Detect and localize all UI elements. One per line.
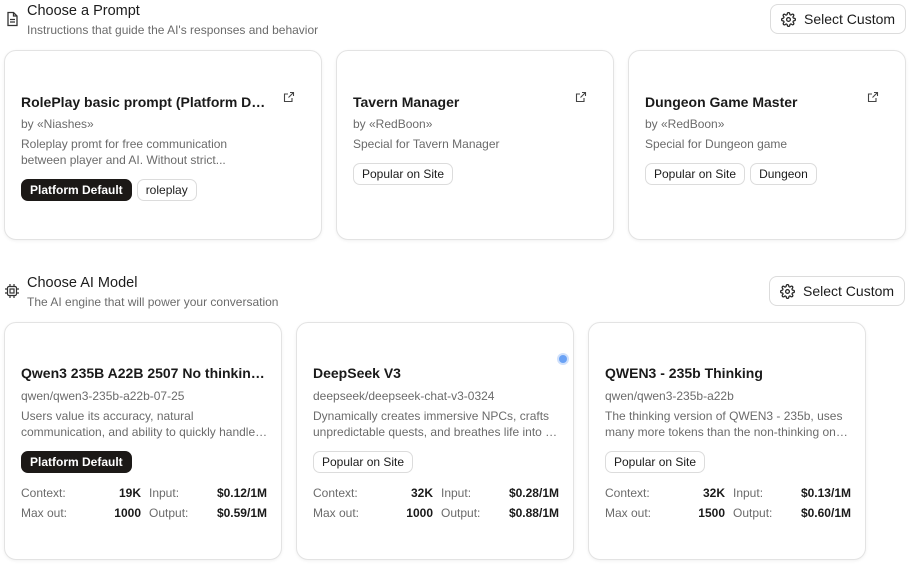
output-price: $0.59/1M bbox=[216, 506, 267, 520]
model-card-stats: Context: 32K Input: $0.13/1M Max out: 15… bbox=[605, 483, 851, 523]
context-value: 32K bbox=[410, 486, 433, 500]
external-link-icon[interactable] bbox=[867, 91, 879, 103]
tag-popular-on-site: Popular on Site bbox=[353, 163, 454, 185]
model-card-stats: Context: 19K Input: $0.12/1M Max out: 10… bbox=[21, 483, 267, 523]
output-price: $0.60/1M bbox=[800, 506, 851, 520]
context-label: Context: bbox=[313, 486, 358, 500]
prompt-card-author: by «Niashes» bbox=[21, 117, 94, 131]
model-card-description: Users value its accuracy, natural commun… bbox=[21, 409, 269, 439]
select-custom-model-label: Select Custom bbox=[803, 283, 895, 299]
tag-popular-on-site: Popular on Site bbox=[645, 163, 746, 185]
input-price: $0.28/1M bbox=[508, 486, 559, 500]
model-card-tags: Platform Default bbox=[21, 451, 132, 473]
model-card-tags: Popular on Site bbox=[313, 451, 414, 473]
output-label: Output: bbox=[441, 506, 481, 520]
prompt-card-author: by «RedBoon» bbox=[353, 117, 433, 131]
prompt-card-description: Special for Dungeon game bbox=[645, 137, 788, 151]
model-card-qwen3-235b-thinking[interactable]: QWEN3 - 235b Thinking qwen/qwen3-235b-a2… bbox=[588, 322, 866, 560]
model-card-stats: Context: 32K Input: $0.28/1M Max out: 10… bbox=[313, 483, 559, 523]
external-link-icon[interactable] bbox=[575, 91, 587, 103]
gear-icon bbox=[781, 11, 796, 27]
prompt-card-tags: Popular on Site bbox=[353, 163, 454, 185]
prompt-card-title: Dungeon Game Master bbox=[645, 94, 798, 110]
context-label: Context: bbox=[21, 486, 66, 500]
tag-platform-default: Platform Default bbox=[21, 179, 132, 201]
max-out-value: 1500 bbox=[698, 506, 725, 520]
select-custom-prompt-label: Select Custom bbox=[804, 11, 896, 27]
model-section-subtitle: The AI engine that will power your conve… bbox=[27, 295, 279, 309]
model-section-title: Choose AI Model bbox=[27, 275, 138, 291]
tag-dungeon: Dungeon bbox=[750, 163, 817, 185]
model-card-description: Dynamically creates immersive NPCs, craf… bbox=[313, 409, 561, 439]
prompt-card-dungeon-game-master[interactable]: Dungeon Game Master by «RedBoon» Special… bbox=[628, 50, 906, 240]
model-card-description: The thinking version of QWEN3 - 235b, us… bbox=[605, 409, 853, 439]
model-card-tags: Popular on Site bbox=[605, 451, 706, 473]
max-out-value: 1000 bbox=[406, 506, 433, 520]
tag-popular-on-site: Popular on Site bbox=[605, 451, 706, 473]
tag-popular-on-site: Popular on Site bbox=[313, 451, 414, 473]
input-price: $0.13/1M bbox=[800, 486, 851, 500]
model-section-header: Choose AI Model The AI engine that will … bbox=[0, 272, 910, 316]
output-label: Output: bbox=[733, 506, 773, 520]
context-label: Context: bbox=[605, 486, 650, 500]
tag-roleplay: roleplay bbox=[136, 179, 197, 201]
chip-icon bbox=[5, 284, 19, 298]
input-label: Input: bbox=[441, 486, 472, 500]
prompt-card-title: RolePlay basic prompt (Platform Default) bbox=[21, 94, 273, 110]
input-price: $0.12/1M bbox=[216, 486, 267, 500]
input-label: Input: bbox=[149, 486, 180, 500]
prompt-card-title: Tavern Manager bbox=[353, 94, 460, 110]
model-card-id: qwen/qwen3-235b-a22b bbox=[605, 389, 734, 403]
document-icon bbox=[7, 11, 18, 27]
model-card-id: deepseek/deepseek-chat-v3-0324 bbox=[313, 389, 495, 403]
prompt-section-header: Choose a Prompt Instructions that guide … bbox=[0, 0, 910, 44]
prompt-card-tags: Popular on Site Dungeon bbox=[645, 163, 817, 185]
prompt-card-description: Special for Tavern Manager bbox=[353, 137, 500, 151]
model-card-deepseek-v3[interactable]: DeepSeek V3 deepseek/deepseek-chat-v3-03… bbox=[296, 322, 574, 560]
model-card-title: QWEN3 - 235b Thinking bbox=[605, 365, 763, 381]
prompt-card-tags: Platform Default roleplay bbox=[21, 179, 197, 201]
max-out-label: Max out: bbox=[313, 506, 360, 520]
max-out-value: 1000 bbox=[114, 506, 141, 520]
prompt-section-subtitle: Instructions that guide the AI's respons… bbox=[27, 23, 319, 37]
model-card-qwen3-235b-no-thinking[interactable]: Qwen3 235B A22B 2507 No thinking (free) … bbox=[4, 322, 282, 560]
input-label: Input: bbox=[733, 486, 764, 500]
prompt-card-roleplay[interactable]: RolePlay basic prompt (Platform Default)… bbox=[4, 50, 322, 240]
prompt-section-title: Choose a Prompt bbox=[27, 3, 140, 19]
external-link-icon[interactable] bbox=[283, 91, 295, 103]
tag-platform-default: Platform Default bbox=[21, 451, 132, 473]
model-card-title: Qwen3 235B A22B 2507 No thinking (free) bbox=[21, 365, 267, 381]
max-out-label: Max out: bbox=[21, 506, 68, 520]
context-value: 19K bbox=[118, 486, 141, 500]
prompt-card-author: by «RedBoon» bbox=[645, 117, 725, 131]
gear-icon bbox=[780, 283, 795, 299]
output-price: $0.88/1M bbox=[508, 506, 559, 520]
model-card-id: qwen/qwen3-235b-a22b-07-25 bbox=[21, 389, 185, 403]
select-custom-model-button[interactable]: Select Custom bbox=[769, 276, 906, 306]
prompt-card-tavern-manager[interactable]: Tavern Manager by «RedBoon» Special for … bbox=[336, 50, 614, 240]
selected-indicator bbox=[559, 355, 567, 363]
prompt-card-description: Roleplay promt for free communication be… bbox=[21, 137, 228, 167]
select-custom-prompt-button[interactable]: Select Custom bbox=[770, 4, 907, 34]
context-value: 32K bbox=[702, 486, 725, 500]
max-out-label: Max out: bbox=[605, 506, 652, 520]
model-card-title: DeepSeek V3 bbox=[313, 365, 401, 381]
output-label: Output: bbox=[149, 506, 189, 520]
